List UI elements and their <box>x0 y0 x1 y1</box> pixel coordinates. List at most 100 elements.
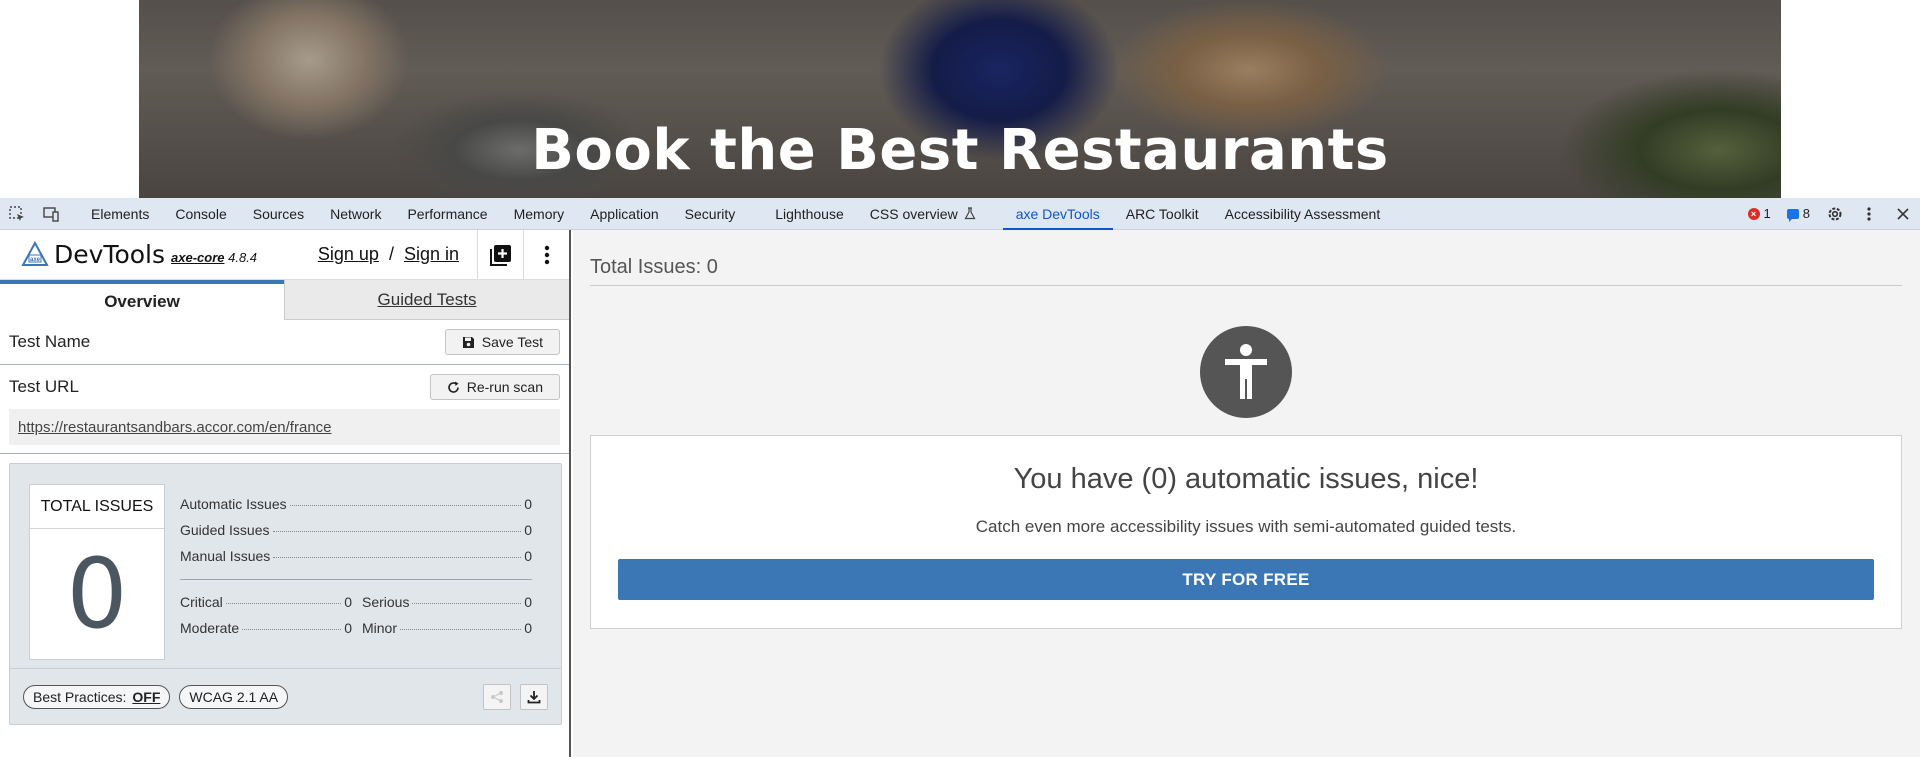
axe-core-version: axe-core 4.8.4 <box>171 250 257 265</box>
new-scan-button[interactable] <box>477 229 523 280</box>
axe-logo-icon: axe <box>21 240 49 266</box>
summary-divider <box>180 579 532 580</box>
devtools-tab-bar: Elements Console Sources Network Perform… <box>0 198 1920 230</box>
results-subtext: Catch even more accessibility issues wit… <box>975 517 1517 536</box>
tab-network[interactable]: Network <box>317 198 394 230</box>
rerun-scan-label: Re-run scan <box>466 379 543 395</box>
axe-core-link[interactable]: axe-core <box>171 250 224 265</box>
error-icon: × <box>1747 207 1760 220</box>
tab-axe-devtools[interactable]: axe DevTools <box>1002 198 1113 230</box>
tab-sources[interactable]: Sources <box>240 198 317 230</box>
issues-summary-card: TOTAL ISSUES 0 Automatic Issues 0 Guided … <box>9 463 562 725</box>
automatic-issues-count: 0 <box>524 496 532 512</box>
wcag-level-badge[interactable]: WCAG 2.1 AA <box>179 684 289 709</box>
axe-header: axe DevTools axe-core 4.8.4 Sign up / Si… <box>0 229 569 280</box>
sign-up-link[interactable]: Sign up <box>318 244 379 265</box>
moderate-label: Moderate <box>180 620 240 636</box>
hero-banner-image: Book the Best Restaurants <box>139 0 1781 198</box>
guided-issues-label: Guided Issues <box>180 522 270 538</box>
total-issues-title: TOTAL ISSUES <box>30 485 164 529</box>
results-panel: Total Issues: 0 You have (0) automatic i… <box>573 230 1920 757</box>
download-icon <box>527 690 541 703</box>
message-icon <box>1786 208 1799 222</box>
section-divider <box>0 453 569 454</box>
serious-label: Serious <box>362 594 410 610</box>
add-box-icon <box>489 244 511 266</box>
message-counter[interactable]: 8 <box>1779 206 1818 222</box>
settings-gear-icon[interactable] <box>1818 198 1852 230</box>
hero-title: Book the Best Restaurants <box>531 118 1389 183</box>
tab-css-overview-label: CSS overview <box>869 205 958 222</box>
tab-performance[interactable]: Performance <box>394 198 500 230</box>
try-for-free-button[interactable]: TRY FOR FREE <box>618 559 1874 600</box>
automatic-issues-row: Automatic Issues 0 <box>180 496 532 512</box>
best-practices-toggle[interactable]: Best Practices: OFF <box>23 684 171 709</box>
error-counter[interactable]: × 1 <box>1740 206 1779 221</box>
minor-count: 0 <box>524 620 532 636</box>
critical-row: Critical 0 <box>180 594 352 610</box>
results-headline: You have (0) automatic issues, nice! <box>1013 463 1479 495</box>
best-practices-label: Best Practices: <box>33 688 127 705</box>
axe-sidebar-panel: axe DevTools axe-core 4.8.4 Sign up / Si… <box>0 229 571 757</box>
serious-count: 0 <box>524 594 532 610</box>
tab-arc-toolkit[interactable]: ARC Toolkit <box>1113 198 1212 230</box>
guided-issues-row: Guided Issues 0 <box>180 522 532 538</box>
minor-row: Minor 0 <box>362 620 532 636</box>
save-test-label: Save Test <box>481 334 543 350</box>
moderate-row: Moderate 0 <box>180 620 352 636</box>
message-count: 8 <box>1802 206 1810 221</box>
minor-label: Minor <box>362 620 398 636</box>
tab-elements[interactable]: Elements <box>78 198 162 230</box>
test-name-row: Test Name Save Test <box>0 320 569 365</box>
total-issues-box: TOTAL ISSUES 0 <box>29 484 165 660</box>
sign-in-link[interactable]: Sign in <box>404 244 459 265</box>
auth-links: Sign up / Sign in <box>318 229 569 280</box>
guided-issues-count: 0 <box>524 522 532 538</box>
tab-accessibility-assessment[interactable]: Accessibility Assessment <box>1212 198 1394 230</box>
tab-memory[interactable]: Memory <box>501 198 578 230</box>
error-count: 1 <box>1763 206 1771 221</box>
test-name-label: Test Name <box>9 332 91 351</box>
results-card: You have (0) automatic issues, nice! Cat… <box>590 435 1902 629</box>
tab-css-overview[interactable]: CSS overview <box>857 198 989 230</box>
serious-row: Serious 0 <box>362 594 532 610</box>
critical-label: Critical <box>180 594 223 610</box>
axe-brand-name: DevTools <box>54 240 166 269</box>
critical-count: 0 <box>344 594 352 610</box>
svg-text:axe: axe <box>30 257 41 263</box>
axe-core-number: 4.8.4 <box>228 250 258 265</box>
axe-menu-button[interactable] <box>523 229 569 280</box>
total-issues-heading: Total Issues: 0 <box>590 256 718 278</box>
kebab-menu-icon <box>544 245 549 264</box>
tab-security[interactable]: Security <box>672 198 749 230</box>
axe-tabs: Overview Guided Tests <box>0 280 569 320</box>
tab-lighthouse[interactable]: Lighthouse <box>762 198 857 230</box>
best-practices-value: OFF <box>132 688 161 705</box>
automatic-issues-label: Automatic Issues <box>180 496 287 512</box>
save-test-button[interactable]: Save Test <box>444 329 560 355</box>
manual-issues-row: Manual Issues 0 <box>180 548 532 564</box>
test-url-row: Test URL Re-run scan <box>0 365 569 409</box>
test-url-link[interactable]: https://restaurantsandbars.accor.com/en/… <box>9 409 560 445</box>
moderate-count: 0 <box>344 620 352 636</box>
test-url-label: Test URL <box>9 377 79 396</box>
tab-guided-tests[interactable]: Guided Tests <box>284 280 569 320</box>
device-toolbar-icon[interactable] <box>34 198 68 230</box>
flask-icon <box>964 207 976 220</box>
rerun-scan-button[interactable]: Re-run scan <box>429 374 560 400</box>
more-options-icon[interactable] <box>1852 198 1886 230</box>
accessibility-person-icon <box>1200 326 1292 418</box>
share-icon <box>491 690 503 703</box>
share-button[interactable] <box>483 683 511 710</box>
tab-console[interactable]: Console <box>162 198 239 230</box>
export-button[interactable] <box>520 683 548 710</box>
total-issues-count: 0 <box>66 538 128 650</box>
summary-footer: Best Practices: OFF WCAG 2.1 AA <box>10 668 561 724</box>
tab-application[interactable]: Application <box>577 198 672 230</box>
manual-issues-label: Manual Issues <box>180 548 271 564</box>
page-hero-area: Book the Best Restaurants <box>0 0 1920 198</box>
inspect-element-icon[interactable] <box>0 198 34 230</box>
auth-separator: / <box>388 244 394 264</box>
close-devtools-icon[interactable] <box>1886 198 1920 230</box>
tab-overview[interactable]: Overview <box>0 280 284 320</box>
